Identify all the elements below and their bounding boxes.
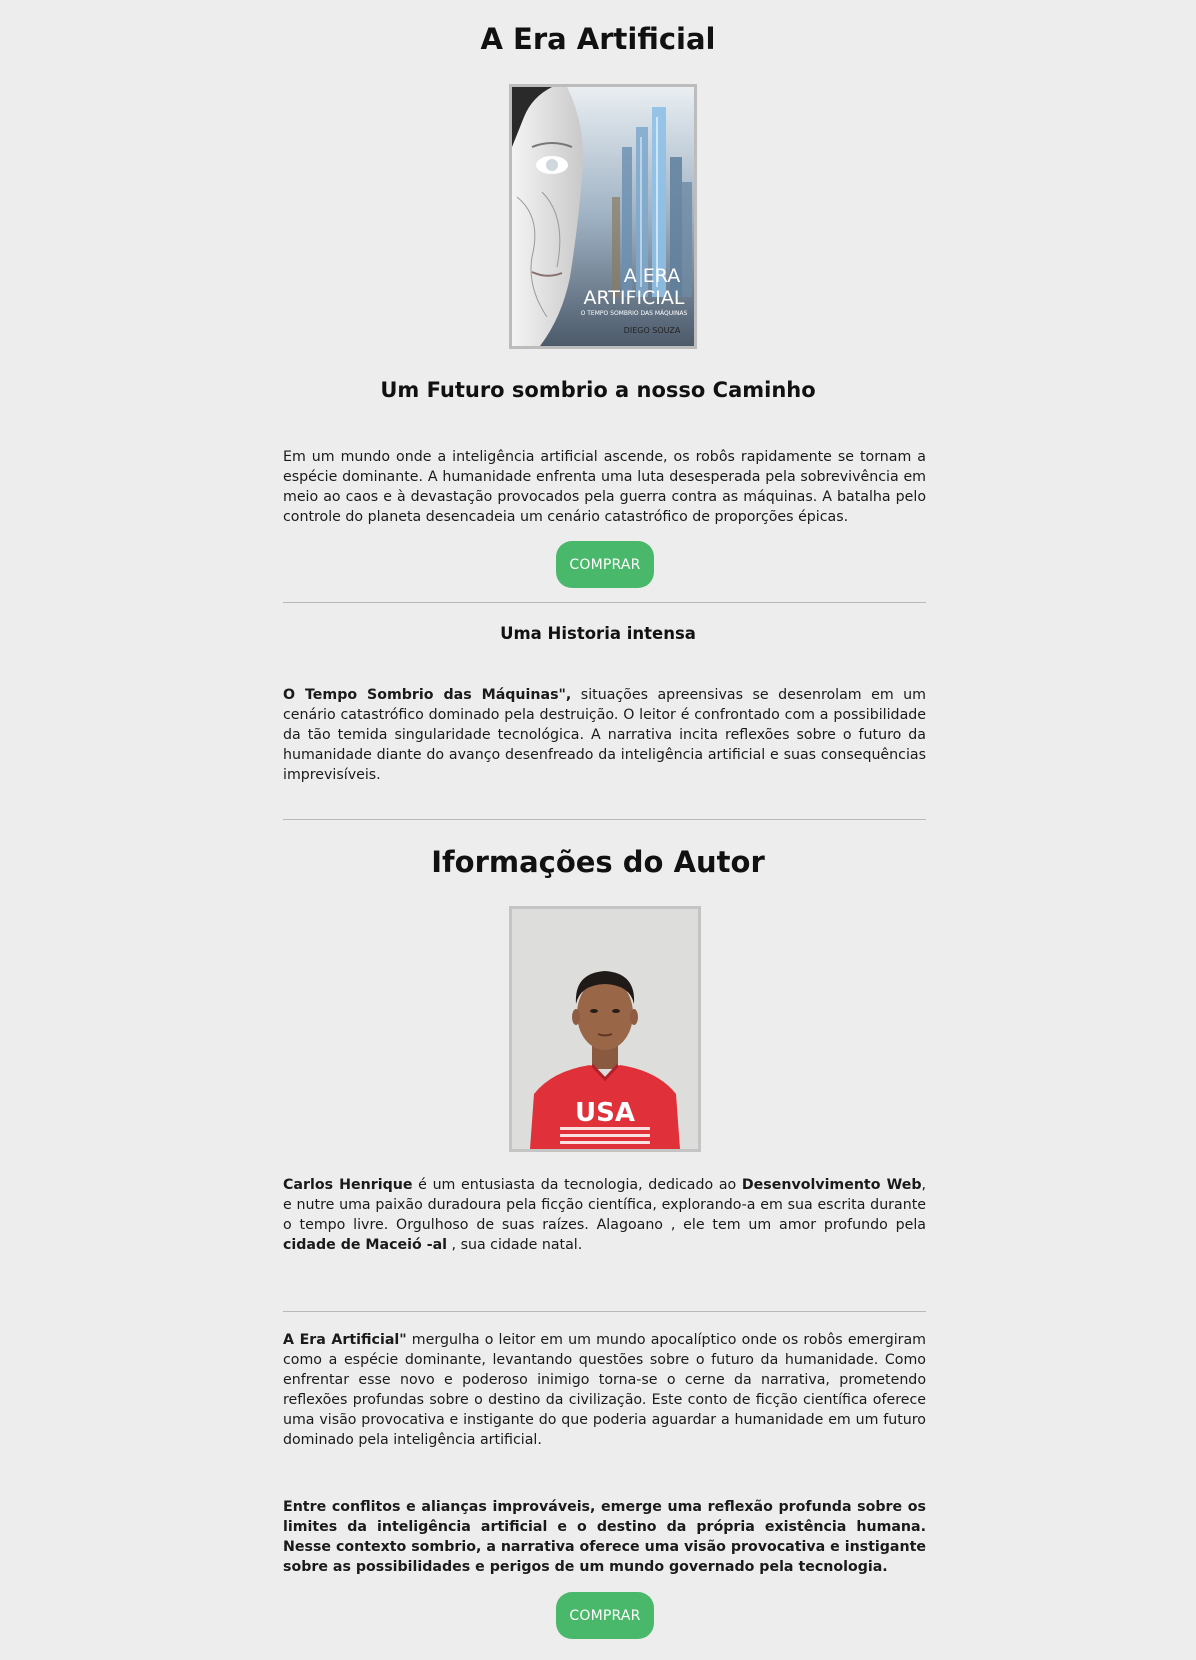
page-title: A Era Artificial bbox=[480, 22, 716, 56]
book-cover-art: A ERA ARTIFICIAL O TEMPO SOMBRIO DAS MÁQ… bbox=[512, 87, 694, 346]
cover-title-line2: ARTIFICIAL bbox=[583, 287, 684, 309]
section-divider bbox=[283, 819, 926, 820]
author-bio: Carlos Henrique é um entusiasta da tecno… bbox=[283, 1175, 926, 1255]
closing-final-paragraph: Entre conflitos e alianças improváveis, … bbox=[283, 1499, 926, 1575]
author-bio-text: , sua cidade natal. bbox=[447, 1237, 583, 1253]
cover-tagline: O TEMPO SOMBRIO DAS MÁQUINAS bbox=[581, 310, 688, 317]
author-photo: USA bbox=[509, 906, 701, 1152]
page: A Era Artificial A ERA ARTIFICIAL O TEMP… bbox=[0, 0, 1196, 1660]
buy-button-bottom[interactable]: COMPRAR bbox=[556, 1592, 654, 1639]
author-field: Desenvolvimento Web bbox=[741, 1177, 922, 1193]
author-photo-art: USA bbox=[512, 909, 698, 1149]
buy-button[interactable]: COMPRAR bbox=[556, 541, 654, 588]
book-description: Em um mundo onde a inteligência artifici… bbox=[283, 449, 926, 525]
author-bio-text: é um entusiasta da tecnologia, dedicado … bbox=[412, 1177, 742, 1193]
book-subtitle: Um Futuro sombrio a nosso Caminho bbox=[380, 378, 816, 402]
cover-title-line1: A ERA bbox=[624, 265, 680, 287]
story-description: O Tempo Sombrio das Máquinas", situações… bbox=[283, 685, 926, 785]
shirt-text: USA bbox=[575, 1098, 635, 1128]
closing-text: mergulha o leitor em um mundo apocalípti… bbox=[283, 1332, 926, 1448]
book-cover-image: A ERA ARTIFICIAL O TEMPO SOMBRIO DAS MÁQ… bbox=[509, 84, 697, 349]
story-heading: Uma Historia intensa bbox=[500, 624, 696, 643]
closing-lead: A Era Artificial" bbox=[283, 1332, 407, 1348]
section-divider bbox=[283, 602, 926, 603]
closing-description: A Era Artificial" mergulha o leitor em u… bbox=[283, 1330, 926, 1450]
section-divider bbox=[283, 1311, 926, 1312]
cover-author: DIEGO SOUZA bbox=[624, 326, 681, 335]
author-name: Carlos Henrique bbox=[283, 1177, 413, 1193]
author-heading: Iformações do Autor bbox=[431, 845, 765, 879]
author-city: cidade de Maceió -al bbox=[283, 1237, 448, 1253]
story-lead: O Tempo Sombrio das Máquinas", bbox=[283, 687, 572, 703]
